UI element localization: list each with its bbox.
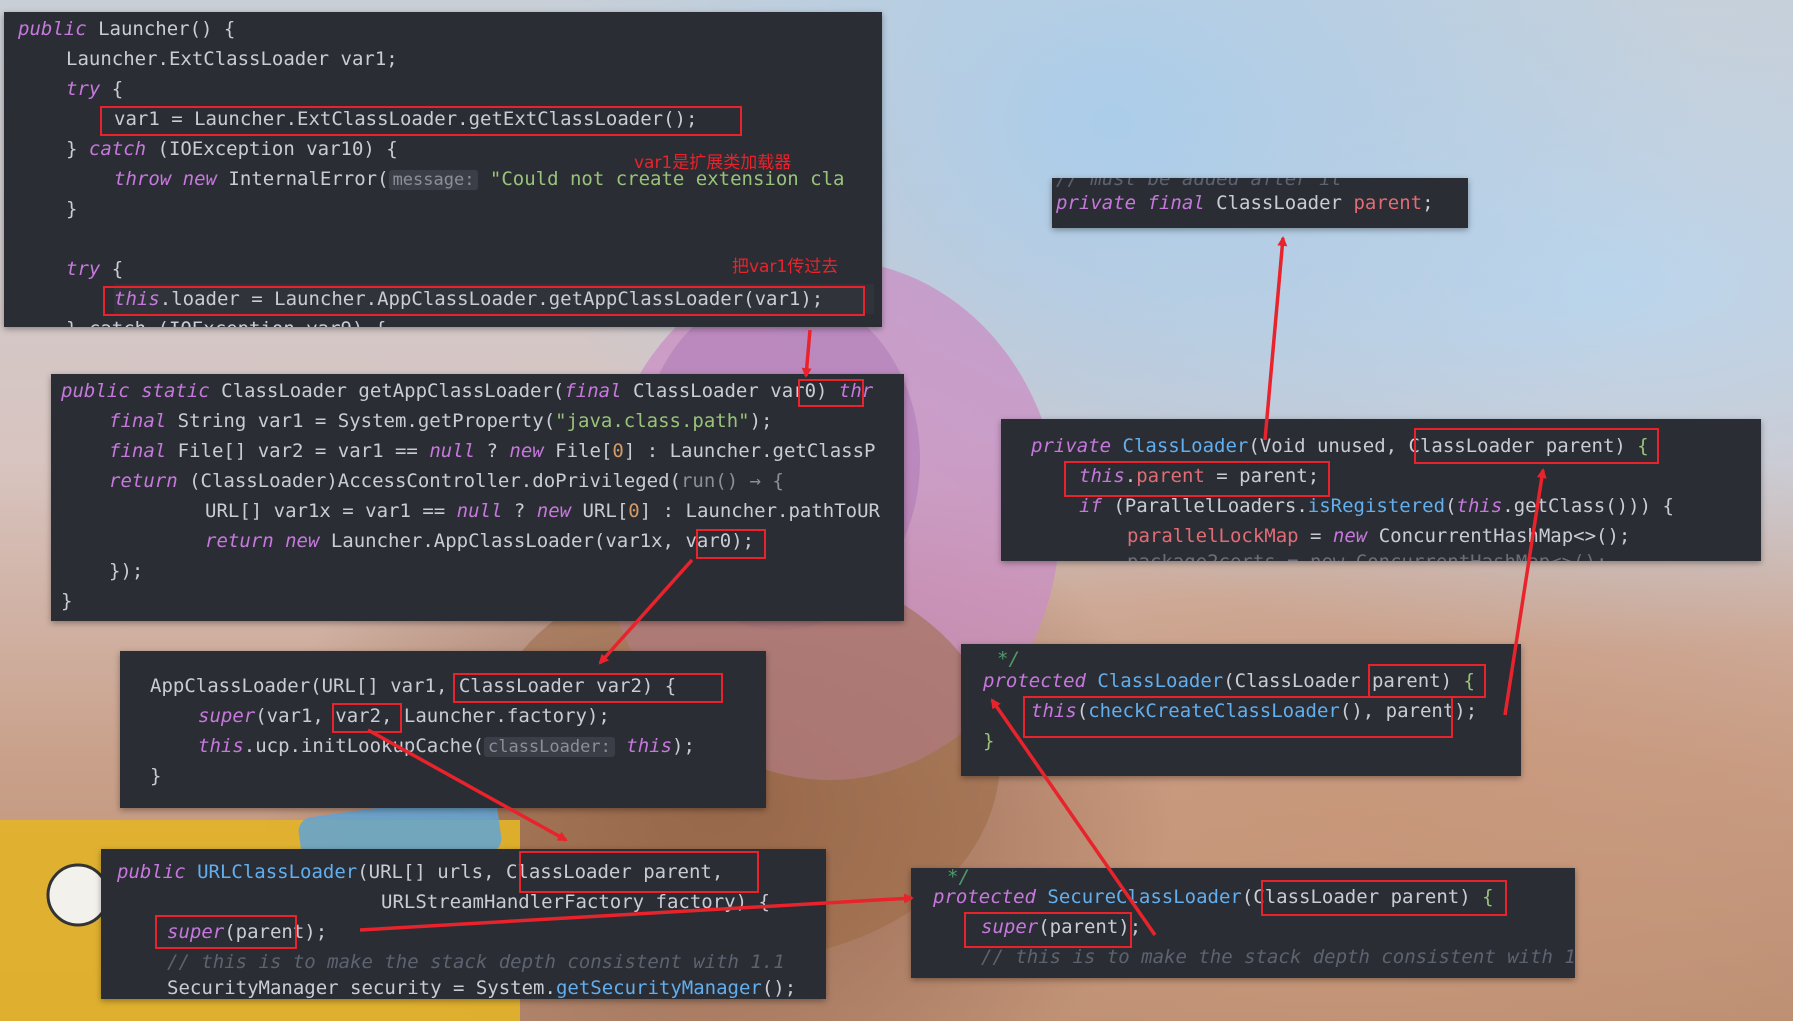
- arrow-url-super-to-secure: [359, 893, 914, 932]
- arrow-launcher-to-getapp: [801, 329, 812, 378]
- arrow-this-call-to-private: [1503, 468, 1547, 716]
- flow-arrows: [359, 236, 1547, 936]
- arrow-var0-to-appctor: [598, 558, 694, 665]
- arrow-private-to-field: [1263, 236, 1288, 441]
- arrow-secure-super-to-protected: [990, 698, 1157, 936]
- arrow-var2-to-urlctor: [367, 728, 568, 842]
